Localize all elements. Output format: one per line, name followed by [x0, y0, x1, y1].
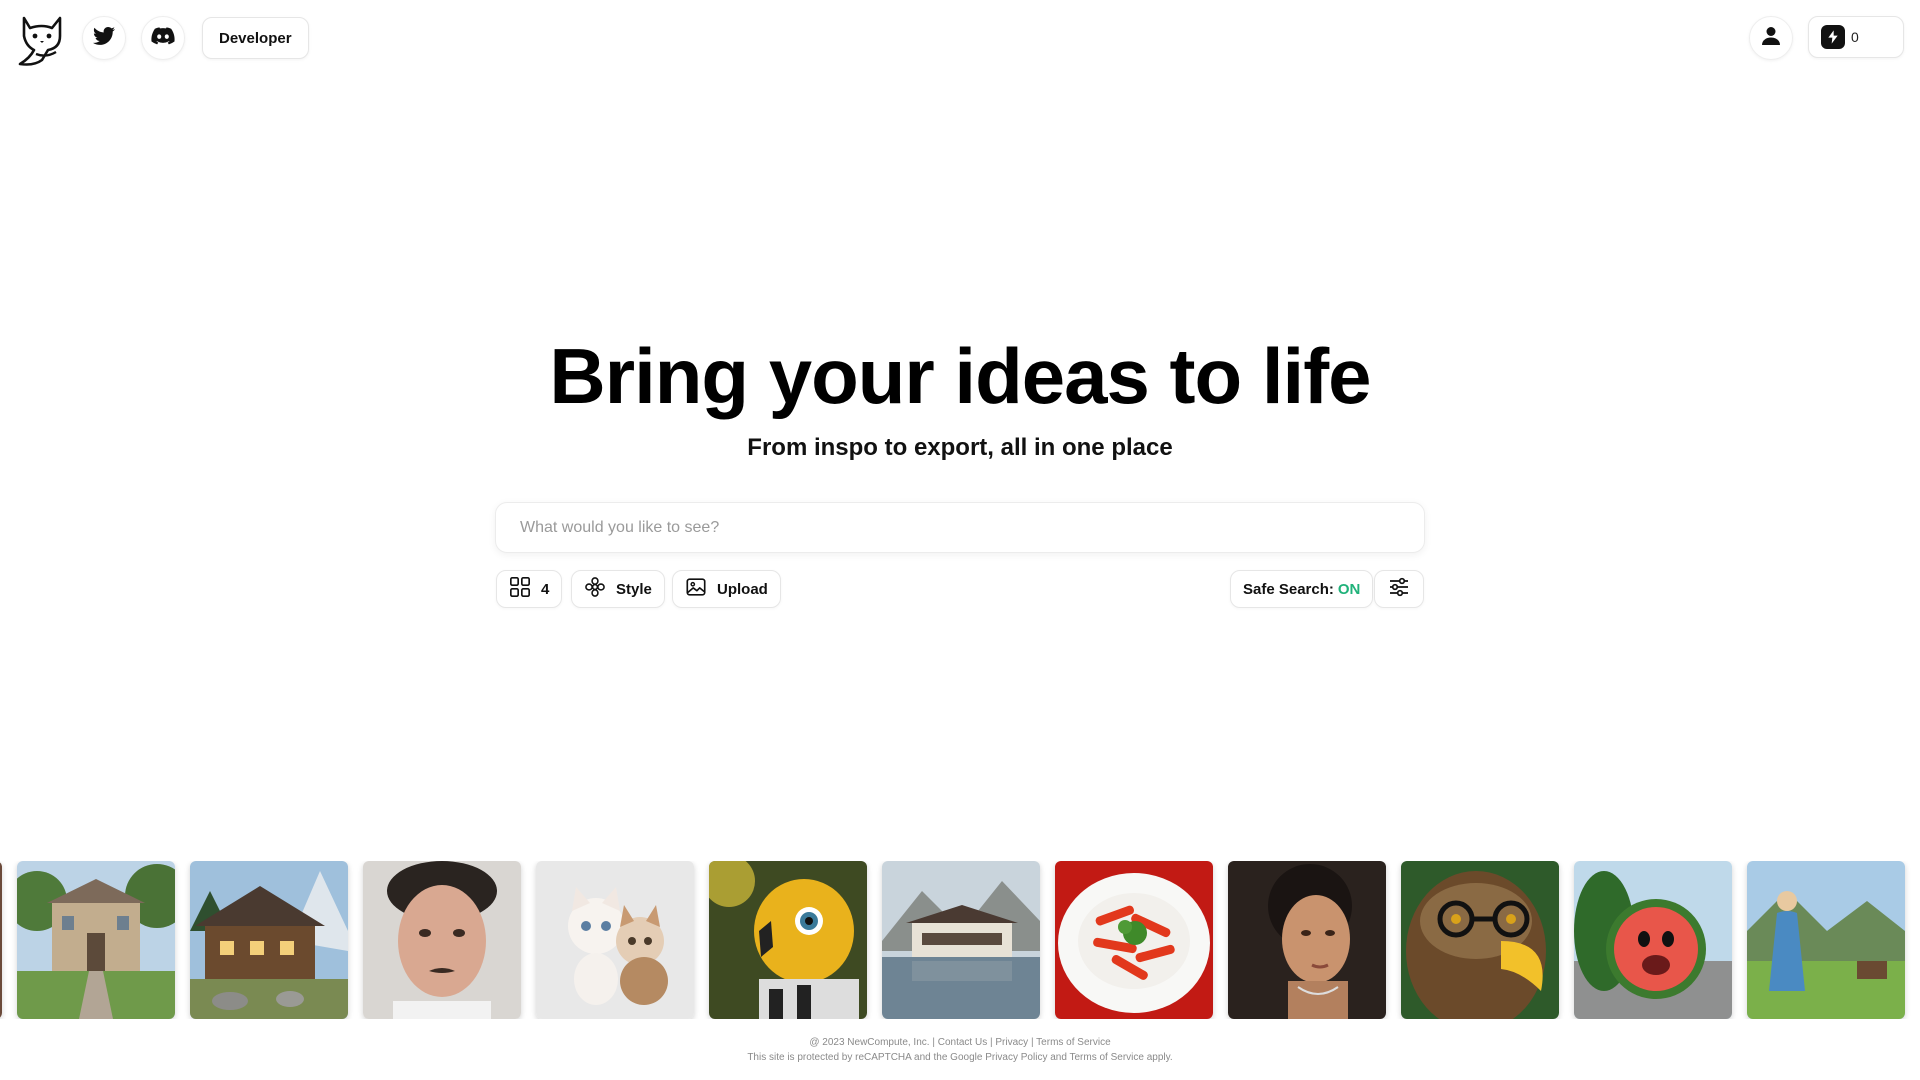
gallery-image-woman-portrait[interactable] [1228, 861, 1386, 1019]
gallery-image-meadow-woman[interactable] [1747, 861, 1905, 1019]
footer-links-row: @ 2023 NewCompute, Inc. | Contact Us | P… [0, 1035, 1920, 1050]
gallery-image-yellow-bird[interactable] [709, 861, 867, 1019]
gallery-image-man-portrait[interactable] [363, 861, 521, 1019]
contact-link[interactable]: Contact Us [938, 1037, 987, 1048]
recaptcha-notice: This site is protected by reCAPTCHA and … [747, 1052, 1173, 1063]
image-icon [685, 576, 707, 602]
top-bar: Developer 0 [0, 0, 1920, 80]
gallery-strip [0, 861, 1920, 1019]
safe-search-value: ON [1337, 580, 1361, 598]
copyright-text: @ 2023 NewCompute, Inc. [809, 1037, 930, 1048]
credits-count: 0 [1851, 29, 1859, 45]
credits-button[interactable]: 0 [1808, 16, 1904, 58]
style-label: Style [616, 580, 652, 598]
privacy-link[interactable]: Privacy [995, 1037, 1028, 1048]
upload-button[interactable]: Upload [672, 570, 781, 608]
gallery-image-carrot-plate[interactable] [1055, 861, 1213, 1019]
twitter-icon [92, 24, 116, 53]
account-button[interactable] [1749, 16, 1793, 60]
hero-subtitle: From inspo to export, all in one place [747, 434, 1173, 461]
grid-icon [509, 576, 531, 602]
discord-icon [150, 23, 176, 54]
prompt-search-box [495, 502, 1425, 553]
sliders-icon [1387, 575, 1411, 603]
gallery-image-kittens[interactable] [536, 861, 694, 1019]
safe-search-toggle[interactable]: Safe Search: ON [1230, 570, 1374, 608]
image-count-button[interactable]: 4 [496, 570, 563, 608]
prompt-input[interactable] [496, 503, 1424, 552]
hero-title: Bring your ideas to life [549, 332, 1371, 420]
twitter-button[interactable] [82, 16, 126, 60]
cat-logo-icon[interactable] [16, 14, 68, 68]
gallery-image-mansion[interactable] [17, 861, 175, 1019]
terms-link[interactable]: Terms of Service [1036, 1037, 1110, 1048]
gallery-image-partial[interactable] [0, 861, 2, 1019]
upload-label: Upload [717, 580, 768, 598]
footer: @ 2023 NewCompute, Inc. | Contact Us | P… [0, 1035, 1920, 1065]
gallery-image-mountain-lodge[interactable] [882, 861, 1040, 1019]
gallery-image-eagle-glasses[interactable] [1401, 861, 1559, 1019]
developer-button[interactable]: Developer [202, 17, 309, 59]
footer-separator: | [989, 1037, 993, 1048]
filters-button[interactable] [1374, 570, 1424, 608]
gallery-image-cabin[interactable] [190, 861, 348, 1019]
style-button[interactable]: Style [571, 570, 665, 608]
image-count-label: 4 [541, 580, 550, 598]
safe-search-label: Safe Search: [1243, 580, 1334, 598]
bolt-icon [1821, 25, 1845, 49]
flower-icon [584, 576, 606, 602]
gallery-image-watermelon[interactable] [1574, 861, 1732, 1019]
discord-button[interactable] [141, 16, 185, 60]
footer-separator: | [1030, 1037, 1034, 1048]
user-icon [1759, 24, 1783, 53]
footer-separator: | [932, 1037, 935, 1048]
